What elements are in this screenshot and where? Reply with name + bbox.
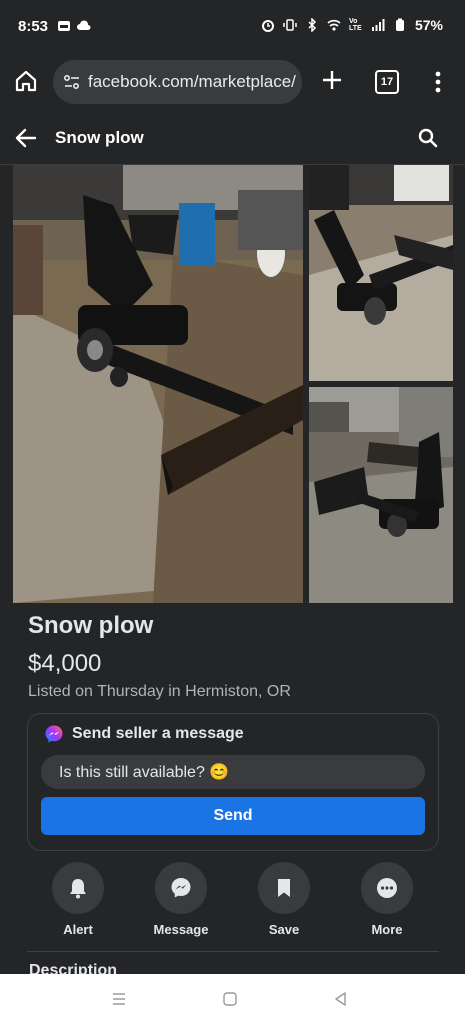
more-label: More bbox=[371, 922, 403, 937]
url-text[interactable]: facebook.com/marketplace/i bbox=[88, 72, 296, 92]
gallery-icon bbox=[58, 21, 70, 31]
wifi-icon bbox=[327, 19, 341, 31]
home-nav-icon[interactable] bbox=[221, 990, 239, 1008]
back-nav-icon[interactable] bbox=[332, 990, 350, 1008]
save-button[interactable]: Save bbox=[244, 862, 324, 937]
bell-icon bbox=[70, 879, 86, 899]
search-icon[interactable] bbox=[416, 126, 440, 150]
signal-icon bbox=[371, 19, 385, 31]
home-icon[interactable] bbox=[12, 67, 40, 95]
lte-label: Vo LTE bbox=[348, 18, 362, 32]
message-input[interactable] bbox=[41, 755, 425, 789]
recent-apps-icon[interactable] bbox=[110, 990, 128, 1008]
browser-toolbar: facebook.com/marketplace/i 17 bbox=[0, 52, 465, 112]
status-bar: 8:53 Vo LTE 57% bbox=[0, 0, 465, 52]
vibrate-icon bbox=[283, 19, 297, 31]
messenger-icon bbox=[171, 878, 191, 898]
alarm-icon bbox=[261, 20, 274, 32]
address-bar[interactable]: facebook.com/marketplace/i bbox=[53, 60, 302, 104]
send-button[interactable]: Send bbox=[41, 797, 425, 835]
system-nav-bar bbox=[0, 974, 465, 1023]
more-button[interactable]: More bbox=[347, 862, 427, 937]
messenger-logo-icon bbox=[45, 725, 63, 743]
listing-price: $4,000 bbox=[28, 650, 102, 677]
alert-label: Alert bbox=[63, 922, 93, 937]
bookmark-icon bbox=[278, 879, 290, 897]
listing-photo-2[interactable] bbox=[309, 165, 453, 381]
tabs-icon[interactable]: 17 bbox=[375, 70, 399, 94]
message-card-heading: Send seller a message bbox=[72, 725, 244, 742]
battery-percent: 57% bbox=[414, 17, 443, 33]
more-horiz-icon bbox=[377, 878, 397, 898]
save-label: Save bbox=[268, 922, 300, 937]
action-buttons: Alert Message Save More bbox=[26, 862, 438, 942]
back-arrow-icon[interactable] bbox=[12, 124, 40, 152]
message-seller-card: Send seller a message Send bbox=[27, 713, 439, 851]
listing-photo-main[interactable] bbox=[13, 165, 303, 603]
message-label: Message bbox=[153, 922, 209, 937]
site-settings-icon[interactable] bbox=[63, 73, 81, 91]
cloud-icon bbox=[77, 20, 91, 30]
listing-photo-3[interactable] bbox=[309, 387, 453, 603]
bluetooth-icon bbox=[308, 18, 317, 32]
new-tab-icon[interactable] bbox=[318, 66, 346, 94]
page-title: Snow plow bbox=[55, 128, 144, 147]
listing-meta: Listed on Thursday in Hermiston, OR bbox=[28, 683, 291, 700]
status-time: 8:53 bbox=[18, 18, 49, 35]
listing-title: Snow plow bbox=[28, 612, 154, 639]
battery-icon bbox=[395, 18, 404, 31]
section-divider bbox=[27, 951, 439, 952]
more-vert-icon[interactable] bbox=[428, 68, 448, 96]
description-heading: Description bbox=[29, 962, 118, 974]
alert-button[interactable]: Alert bbox=[38, 862, 118, 937]
app-bar: Snow plow bbox=[0, 112, 465, 165]
photo-gallery bbox=[13, 165, 453, 603]
message-button[interactable]: Message bbox=[141, 862, 221, 937]
